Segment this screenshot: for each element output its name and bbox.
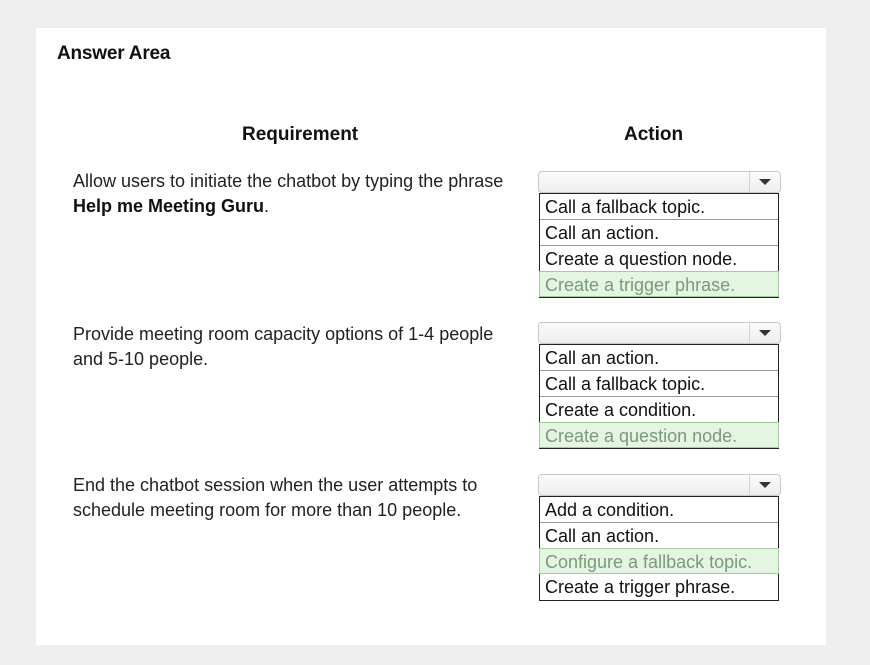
dropdown-toggle-button[interactable] bbox=[749, 172, 780, 192]
dropdown-option[interactable]: Add a condition. bbox=[540, 497, 778, 523]
dropdown-options-list-1: Call a fallback topic. Call an action. C… bbox=[539, 193, 779, 298]
chevron-down-icon bbox=[759, 482, 771, 488]
dropdown-options-list-2: Call an action. Call a fallback topic. C… bbox=[539, 344, 779, 449]
dropdown-option[interactable]: Call an action. bbox=[540, 345, 778, 371]
requirement-text-bold: Help me Meeting Guru bbox=[73, 196, 265, 216]
dropdown-option[interactable]: Create a condition. bbox=[540, 397, 778, 423]
dropdown-option[interactable]: Call an action. bbox=[540, 220, 778, 246]
requirement-text-2: Provide meeting room capacity options of… bbox=[73, 322, 513, 372]
action-dropdown-3[interactable]: Add a condition. Call an action. Configu… bbox=[538, 474, 781, 601]
dropdown-option[interactable]: Call an action. bbox=[540, 523, 778, 549]
dropdown-option-selected[interactable]: Create a question node. bbox=[539, 422, 779, 448]
requirement-text-suffix: . bbox=[264, 196, 270, 216]
requirement-text-plain: Provide meeting room capacity options of… bbox=[73, 324, 494, 369]
action-dropdown-2[interactable]: Call an action. Call a fallback topic. C… bbox=[538, 322, 781, 449]
requirement-text-1: Allow users to initiate the chatbot by t… bbox=[73, 169, 513, 219]
dropdown-toggle-button[interactable] bbox=[749, 475, 780, 495]
action-column-header: Action bbox=[624, 124, 684, 145]
chevron-down-icon bbox=[759, 179, 771, 185]
dropdown-option-selected[interactable]: Create a trigger phrase. bbox=[539, 271, 779, 297]
dropdown-toggle-button[interactable] bbox=[749, 323, 780, 343]
answer-area-panel: Answer Area Requirement Action Allow use… bbox=[36, 28, 826, 645]
chevron-down-icon bbox=[759, 330, 771, 336]
dropdown-option[interactable]: Create a trigger phrase. bbox=[540, 574, 778, 600]
answer-area-title: Answer Area bbox=[57, 43, 171, 64]
action-dropdown-1[interactable]: Call a fallback topic. Call an action. C… bbox=[538, 171, 781, 298]
dropdown-select-1[interactable] bbox=[538, 171, 781, 193]
dropdown-option[interactable]: Call a fallback topic. bbox=[540, 371, 778, 397]
dropdown-options-list-3: Add a condition. Call an action. Configu… bbox=[539, 496, 779, 601]
dropdown-select-2[interactable] bbox=[538, 322, 781, 344]
dropdown-option-selected[interactable]: Configure a fallback topic. bbox=[539, 548, 779, 574]
dropdown-option[interactable]: Call a fallback topic. bbox=[540, 194, 778, 220]
requirement-text-3: End the chatbot session when the user at… bbox=[73, 473, 513, 523]
dropdown-option[interactable]: Create a question node. bbox=[540, 246, 778, 272]
requirement-text-plain: Allow users to initiate the chatbot by t… bbox=[73, 171, 504, 191]
requirement-text-plain: End the chatbot session when the user at… bbox=[73, 475, 478, 520]
requirement-column-header: Requirement bbox=[242, 124, 359, 145]
dropdown-select-3[interactable] bbox=[538, 474, 781, 496]
